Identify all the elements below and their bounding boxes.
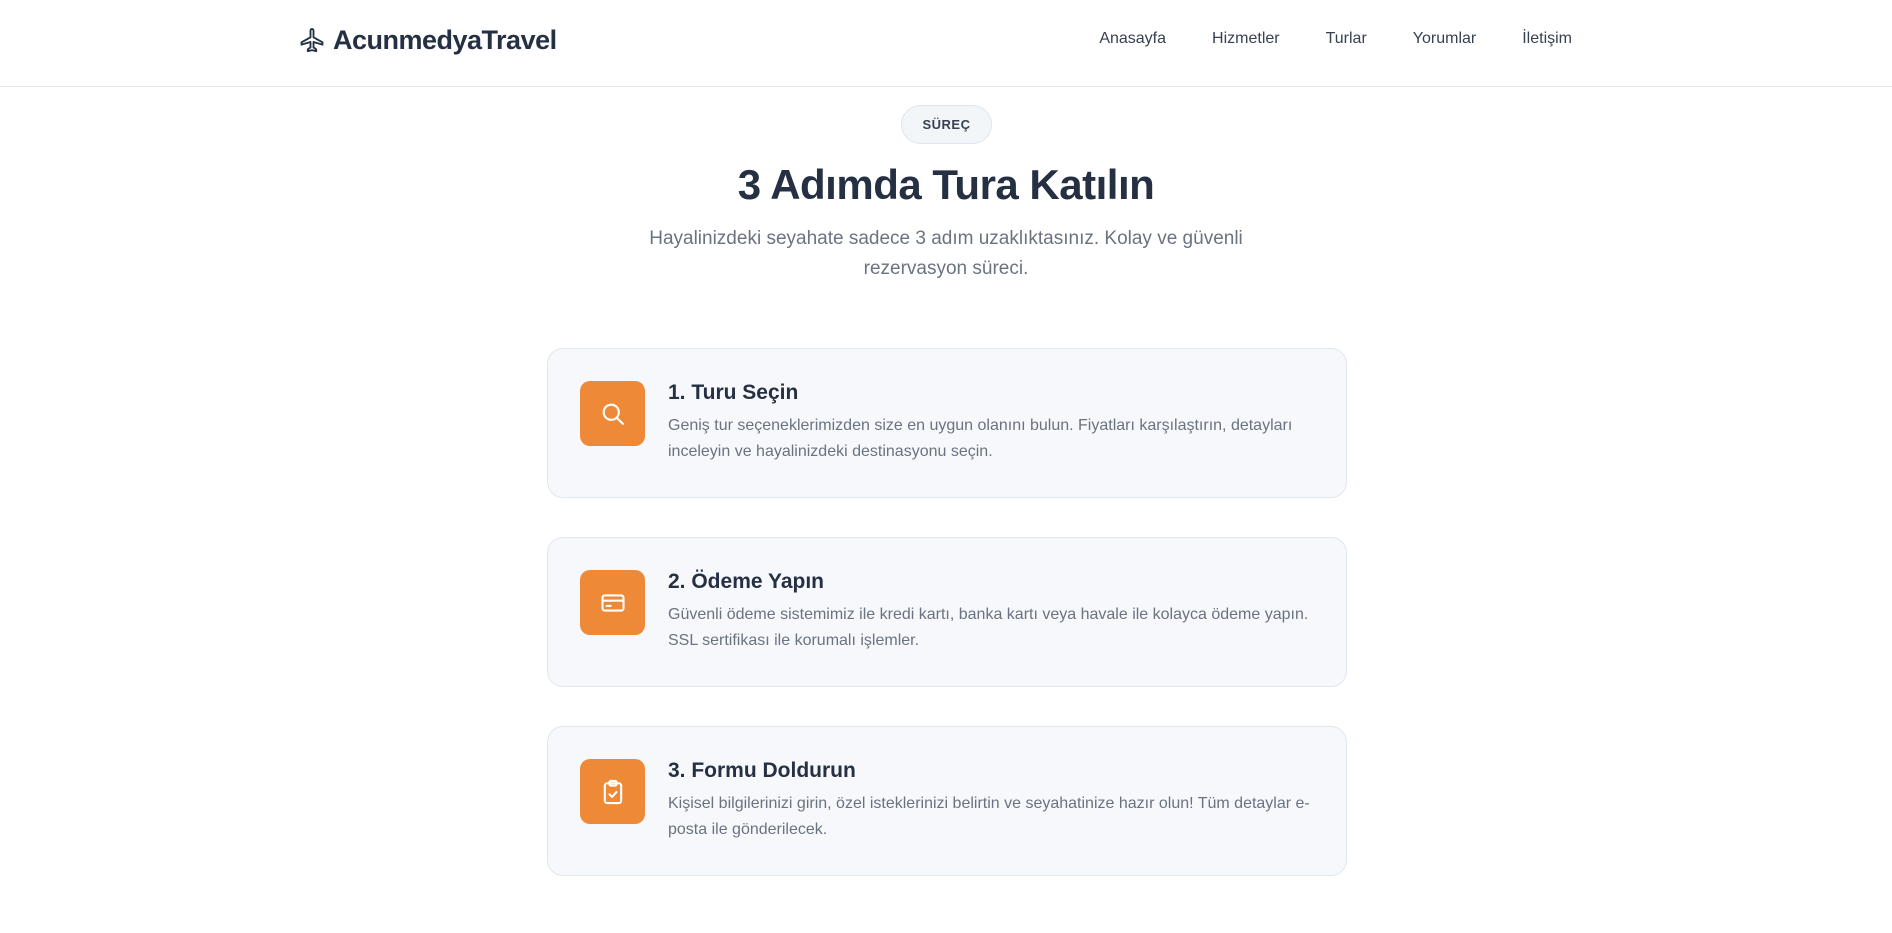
- step-title: 2. Ödeme Yapın: [668, 570, 825, 593]
- section-subtitle: Hayalinizdeki seyahate sadece 3 adım uza…: [649, 228, 1243, 279]
- step-body: 2. Ödeme Yapın Güvenli ödeme sistemimiz …: [668, 568, 1318, 654]
- step-description: Geniş tur seçeneklerimizden size en uygu…: [668, 417, 1293, 460]
- section-badge: SÜREÇ: [901, 105, 992, 144]
- step-card-payment: 2. Ödeme Yapın Güvenli ödeme sistemimiz …: [547, 537, 1347, 687]
- steps-list: 1. Turu Seçin Geniş tur seçeneklerimizde…: [547, 348, 1347, 915]
- credit-card-icon: [580, 570, 645, 635]
- nav-link-iletisim[interactable]: İletişim: [1522, 27, 1572, 51]
- brand-name: AcunmedyaTravel: [333, 24, 557, 55]
- nav-link-turlar[interactable]: Turlar: [1326, 27, 1367, 51]
- nav-link-hizmetler[interactable]: Hizmetler: [1212, 27, 1280, 51]
- step-description: Kişisel bilgilerinizi girin, özel istekl…: [668, 795, 1310, 838]
- brand-logo[interactable]: AcunmedyaTravel: [297, 22, 557, 58]
- step-body: 3. Formu Doldurun Kişisel bilgilerinizi …: [668, 757, 1318, 843]
- plane-icon: [297, 25, 327, 55]
- section-title: 3 Adımda Tura Katılın: [737, 161, 1155, 208]
- step-description: Güvenli ödeme sistemimiz ile kredi kartı…: [668, 606, 1309, 649]
- nav-link-yorumlar[interactable]: Yorumlar: [1413, 27, 1476, 51]
- step-card-fill-form: 3. Formu Doldurun Kişisel bilgilerinizi …: [547, 726, 1347, 876]
- main-nav: Anasayfa Hizmetler Turlar Yorumlar İleti…: [1099, 27, 1572, 51]
- site-header: AcunmedyaTravel Anasayfa Hizmetler Turla…: [0, 0, 1892, 87]
- step-body: 1. Turu Seçin Geniş tur seçeneklerimizde…: [668, 379, 1318, 465]
- step-title: 1. Turu Seçin: [668, 381, 799, 404]
- clipboard-check-icon: [580, 759, 645, 824]
- search-icon: [580, 381, 645, 446]
- step-title: 3. Formu Doldurun: [668, 759, 856, 782]
- nav-link-anasayfa[interactable]: Anasayfa: [1099, 27, 1166, 51]
- step-card-select-tour: 1. Turu Seçin Geniş tur seçeneklerimizde…: [547, 348, 1347, 498]
